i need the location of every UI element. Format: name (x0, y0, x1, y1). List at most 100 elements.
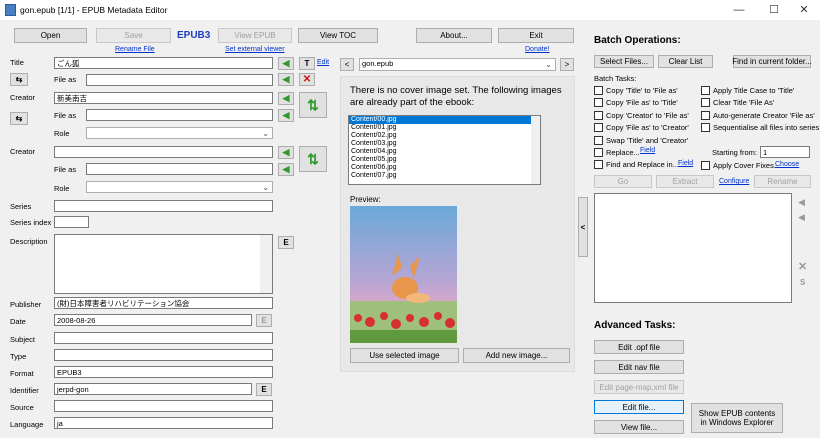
batch-operations-heading: Batch Operations: (594, 35, 681, 46)
view-epub-button[interactable]: View EPUB (218, 28, 292, 43)
sort-button[interactable]: S (800, 278, 805, 287)
chevron-down-icon: ⌄ (262, 129, 269, 138)
type-field[interactable] (54, 349, 273, 361)
clear-list-button[interactable]: Clear List (658, 55, 713, 68)
language-field[interactable]: ja (54, 417, 273, 429)
save-button[interactable]: Save (96, 28, 171, 43)
batch-task-checkbox[interactable] (594, 98, 603, 108)
source-field[interactable] (54, 400, 273, 412)
image-list-item[interactable]: Content/04.jpg (349, 148, 540, 156)
use-selected-image-button[interactable]: Use selected image (350, 348, 459, 363)
apply-cover-fixes-checkbox[interactable] (701, 161, 710, 170)
clear-file-as-icon[interactable]: ✕ (299, 73, 315, 86)
copy-creator2-arrow-icon[interactable]: ◀ (278, 146, 294, 159)
rename-button[interactable]: Rename (754, 175, 811, 188)
minimize-button[interactable]: — (725, 0, 753, 20)
creator2-role-select[interactable]: ⌄ (86, 181, 273, 193)
choose-link[interactable]: Choose (775, 161, 799, 168)
creator1-role-select[interactable]: ⌄ (86, 127, 273, 139)
edit-page-map-button[interactable]: Edit page-map.xml file (594, 380, 684, 394)
publisher-field[interactable]: (財)日本障害者リハビリテーション協会 (54, 297, 273, 309)
show-in-explorer-button[interactable]: Show EPUB contents in Windows Explorer (691, 403, 783, 433)
swap-creator1-file-as-icon[interactable]: ⇆ (10, 112, 28, 125)
image-list[interactable]: Content/00.jpg Content/01.jpg Content/02.j… (348, 115, 541, 185)
title-field[interactable]: ごん狐 (54, 57, 273, 69)
batch-task-checkbox[interactable] (594, 135, 603, 145)
edit-file-button[interactable]: Edit file... (594, 400, 684, 414)
exit-button[interactable]: Exit (498, 28, 574, 43)
copy-title-arrow-icon[interactable]: ◀ (278, 57, 294, 70)
image-list-item[interactable]: Content/05.jpg (349, 156, 540, 164)
series-index-field[interactable] (54, 216, 89, 228)
go-button[interactable]: Go (594, 175, 652, 188)
image-list-item[interactable]: Content/02.jpg (349, 132, 540, 140)
description-scrollbar[interactable] (260, 235, 272, 293)
image-list-scrollbar[interactable] (531, 116, 540, 184)
select-files-button[interactable]: Select Files... (594, 55, 654, 68)
edit-identifier-button[interactable]: E (256, 383, 272, 396)
batch-task-checkbox[interactable] (594, 148, 603, 157)
edit-date-button[interactable]: E (256, 314, 272, 327)
replace-field-link[interactable]: Field (640, 147, 655, 154)
batch-file-list[interactable] (594, 193, 792, 303)
view-toc-button[interactable]: View TOC (298, 28, 378, 43)
maximize-button[interactable]: ☐ (760, 0, 788, 20)
copy-creator1-file-as-arrow-icon[interactable]: ◀ (278, 109, 294, 122)
creator2-file-as-field[interactable] (86, 163, 273, 175)
prev-file-button[interactable]: < (340, 58, 354, 71)
image-list-item[interactable]: Content/03.jpg (349, 140, 540, 148)
batch-task-checkbox[interactable] (701, 123, 710, 133)
set-external-viewer-link[interactable]: Set external viewer (225, 46, 285, 53)
copy-file-as-arrow-icon[interactable]: ◀ (278, 73, 294, 86)
remove-file-icon[interactable]: ✕ (798, 260, 807, 273)
swap-title-file-as-icon[interactable]: ⇆ (10, 73, 28, 86)
creator2-field[interactable] (54, 146, 273, 158)
copy-creator1-arrow-icon[interactable]: ◀ (278, 92, 294, 105)
date-field[interactable]: 2008-08-26 (54, 314, 252, 326)
extract-button[interactable]: Extract (656, 175, 714, 188)
batch-task-checkbox[interactable] (701, 110, 710, 120)
batch-task-checkbox[interactable] (594, 123, 603, 133)
batch-task-checkbox[interactable] (594, 86, 603, 95)
image-list-item[interactable]: Content/01.jpg (349, 124, 540, 132)
title-file-as-field[interactable] (86, 74, 273, 86)
add-new-image-button[interactable]: Add new image... (463, 348, 570, 363)
swap-creators2-icon[interactable]: ⇅ (299, 146, 327, 172)
image-list-item[interactable]: Content/06.jpg (349, 164, 540, 172)
move-up-icon[interactable]: ◀ (798, 197, 805, 208)
identifier-field[interactable]: jerpd-gon (54, 383, 252, 395)
configure-link[interactable]: Configure (719, 178, 749, 185)
title-case-button[interactable]: T (299, 57, 315, 70)
image-list-item[interactable]: Content/00.jpg (349, 116, 540, 124)
copy-creator2-file-as-arrow-icon[interactable]: ◀ (278, 163, 294, 176)
file-select[interactable]: gon.epub ⌄ (359, 58, 556, 71)
batch-task-checkbox[interactable] (701, 98, 710, 108)
subject-field[interactable] (54, 332, 273, 344)
next-file-button[interactable]: > (560, 58, 574, 71)
edit-title-link[interactable]: Edit (317, 59, 329, 66)
close-button[interactable]: ✕ (790, 0, 818, 20)
image-list-item[interactable]: Content/07.jpg (349, 172, 540, 180)
collapse-panel-button[interactable]: < (578, 197, 588, 257)
series-field[interactable] (54, 200, 273, 212)
batch-task-checkbox[interactable] (594, 160, 603, 170)
starting-from-field[interactable]: 1 (760, 146, 810, 158)
find-replace-field-link[interactable]: Field (678, 160, 693, 167)
description-field[interactable] (54, 234, 273, 294)
rename-file-link[interactable]: Rename File (115, 46, 155, 53)
creator1-field[interactable]: 新美南吉 (54, 92, 273, 104)
creator1-file-as-field[interactable] (86, 109, 273, 121)
find-in-folder-button[interactable]: Find in current folder... (732, 55, 812, 68)
edit-opf-button[interactable]: Edit .opf file (594, 340, 684, 354)
move-down-icon[interactable]: ◀ (798, 212, 805, 223)
batch-task-checkbox[interactable] (701, 86, 710, 95)
swap-creators-icon[interactable]: ⇅ (299, 92, 327, 118)
view-file-button[interactable]: View file... (594, 420, 684, 434)
edit-nav-button[interactable]: Edit nav file (594, 360, 684, 374)
batch-task-checkbox[interactable] (594, 110, 603, 120)
format-field[interactable]: EPUB3 (54, 366, 273, 378)
edit-description-button[interactable]: E (278, 236, 294, 249)
donate-link[interactable]: Donate! (525, 46, 550, 53)
about-button[interactable]: About... (416, 28, 492, 43)
open-button[interactable]: Open (14, 28, 87, 43)
